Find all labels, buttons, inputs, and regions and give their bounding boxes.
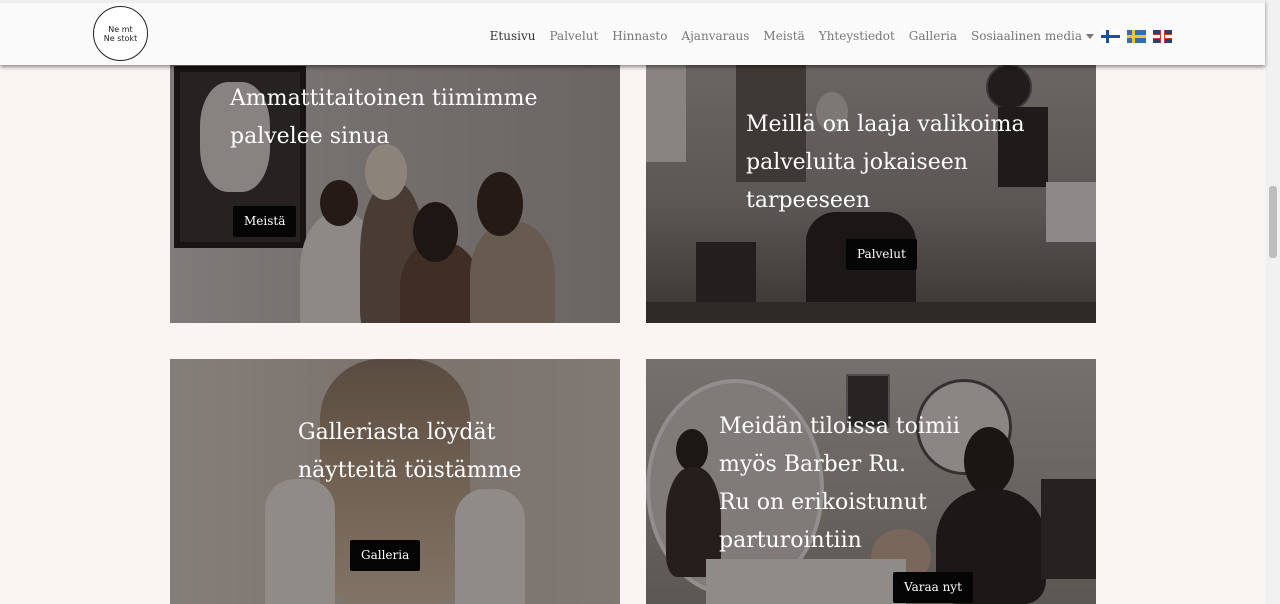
card-gallery: Galleriasta löydät näytteitä töistämme G…: [170, 359, 620, 604]
logo-line-2: Ne stokt: [103, 33, 138, 43]
team-heading: Ammattitaitoinen tiimimme palvelee sinua: [230, 80, 537, 156]
team-heading-line-1: Ammattitaitoinen tiimimme: [230, 86, 538, 111]
scrollbar-thumb[interactable]: [1269, 186, 1277, 258]
gallery-heading-line-2: näytteitä töistämme: [298, 458, 522, 483]
nav-galleria[interactable]: Galleria: [909, 29, 957, 43]
barber-heading: Meidän tiloissa toimii myös Barber Ru. R…: [719, 408, 960, 560]
card-services: Meillä on laaja valikoima palveluita jok…: [646, 62, 1096, 323]
services-heading-line-3: tarpeeseen: [746, 188, 871, 213]
site-logo[interactable]: Ne mt Ne stokt: [93, 6, 148, 61]
swedish-flag-icon[interactable]: [1127, 29, 1146, 43]
nav-meista[interactable]: Meistä: [763, 29, 804, 43]
barber-heading-line-3: Ru on erikoistunut: [719, 490, 927, 515]
galleria-button[interactable]: Galleria: [350, 540, 421, 571]
palvelut-button[interactable]: Palvelut: [846, 239, 917, 270]
varaa-nyt-button[interactable]: Varaa nyt: [893, 572, 973, 603]
nav-palvelut[interactable]: Palvelut: [550, 29, 599, 43]
nav-ajanvaraus[interactable]: Ajanvaraus: [681, 29, 749, 43]
meista-button[interactable]: Meistä: [233, 206, 297, 237]
nav-etusivu[interactable]: Etusivu: [490, 29, 536, 43]
barber-heading-line-2: myös Barber Ru.: [719, 452, 906, 477]
uk-flag-icon[interactable]: [1153, 29, 1172, 43]
gallery-heading: Galleriasta löydät näytteitä töistämme: [298, 414, 522, 490]
logo-line-1: Ne mt: [108, 24, 133, 34]
services-heading-line-2: palveluita jokaiseen: [746, 150, 968, 175]
chevron-down-icon: [1086, 34, 1094, 39]
nav-sosiaalinen-media[interactable]: Sosiaalinen media: [971, 29, 1094, 43]
services-heading-line-1: Meillä on laaja valikoima: [746, 112, 1025, 137]
card-barber: Meidän tiloissa toimii myös Barber Ru. R…: [646, 359, 1096, 604]
nav-sosiaalinen-media-label: Sosiaalinen media: [971, 29, 1082, 43]
top-navbar: Ne mt Ne stokt Etusivu Palvelut Hinnasto…: [0, 0, 1265, 65]
nav-hinnasto[interactable]: Hinnasto: [612, 29, 667, 43]
nav-yhteystiedot[interactable]: Yhteystiedot: [819, 29, 895, 43]
team-heading-line-2: palvelee sinua: [230, 124, 390, 149]
card-team: Ammattitaitoinen tiimimme palvelee sinua…: [170, 62, 620, 323]
services-heading: Meillä on laaja valikoima palveluita jok…: [746, 106, 1025, 220]
main-nav: Etusivu Palvelut Hinnasto Ajanvaraus Mei…: [476, 29, 1172, 43]
finnish-flag-icon[interactable]: [1101, 29, 1120, 43]
barber-heading-line-1: Meidän tiloissa toimii: [719, 414, 960, 439]
barber-heading-line-4: parturointiin: [719, 528, 862, 553]
gallery-heading-line-1: Galleriasta löydät: [298, 420, 496, 445]
page-scrollbar[interactable]: [1265, 0, 1280, 604]
